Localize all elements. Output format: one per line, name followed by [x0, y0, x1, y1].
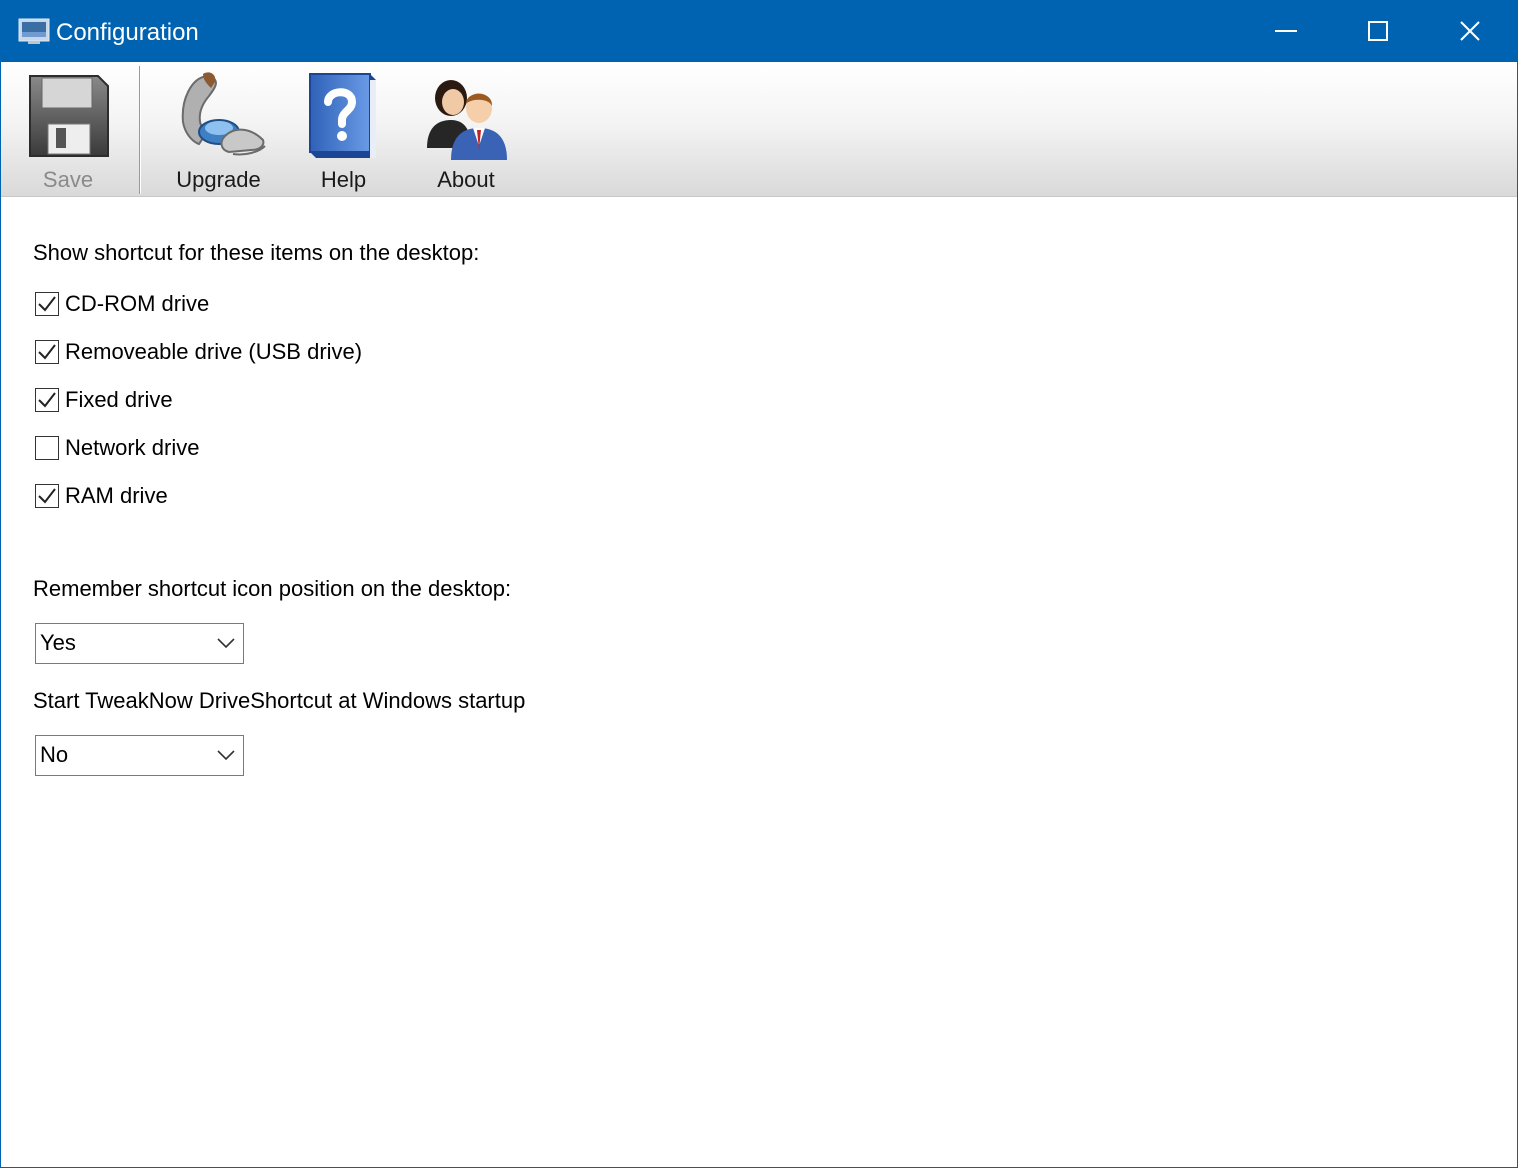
close-button[interactable] [1424, 1, 1516, 62]
toolbar: Save Upgrade Help About [1, 62, 1517, 197]
help-book-icon [309, 73, 376, 158]
startup-select[interactable]: No [35, 735, 244, 776]
close-icon [1460, 21, 1480, 41]
maximize-icon [1368, 21, 1388, 41]
window-title: Configuration [56, 19, 199, 46]
select-value: No [40, 742, 69, 767]
checkbox-label: Removeable drive (USB drive) [65, 339, 363, 364]
settings-panel: Show shortcut for these items on the des… [1, 197, 1517, 1167]
checkbox-box[interactable] [35, 292, 59, 316]
select-value: Yes [40, 630, 76, 655]
startup-label: Start TweakNow DriveShortcut at Windows … [33, 688, 526, 713]
checkmark-icon [38, 488, 56, 504]
checkbox-label: Network drive [65, 435, 200, 460]
checkbox-box[interactable] [35, 340, 59, 364]
configuration-window: Configuration Save Upgrade Help About Sh… [0, 0, 1518, 1168]
toolbar-separator [139, 66, 140, 194]
checkmark-icon [38, 296, 56, 312]
checkbox-box[interactable] [35, 484, 59, 508]
remember-position-label: Remember shortcut icon position on the d… [33, 576, 512, 601]
floppy-disk-icon [29, 75, 109, 157]
about-button[interactable]: About [411, 62, 521, 196]
shortcuts-heading: Show shortcut for these items on the des… [33, 240, 480, 265]
app-monitor-icon [18, 18, 50, 44]
checkbox-label: RAM drive [65, 483, 168, 508]
checkbox-label: CD-ROM drive [65, 291, 210, 316]
chevron-down-icon [217, 750, 235, 761]
save-label: Save [42, 167, 94, 192]
upgrade-label: Upgrade [176, 167, 261, 192]
upgrade-hands-icon [181, 72, 266, 156]
checkbox-box[interactable] [35, 436, 59, 460]
help-button[interactable]: Help [296, 62, 391, 196]
people-icon [427, 80, 507, 160]
upgrade-button[interactable]: Upgrade [161, 62, 276, 196]
about-label: About [437, 167, 495, 192]
minimize-icon [1275, 30, 1297, 32]
checkbox-label: Fixed drive [65, 387, 173, 412]
minimize-button[interactable] [1240, 1, 1332, 62]
remember-position-select[interactable]: Yes [35, 623, 244, 664]
chevron-down-icon [217, 638, 235, 649]
checkmark-icon [38, 344, 56, 360]
maximize-button[interactable] [1332, 1, 1424, 62]
checkbox-box[interactable] [35, 388, 59, 412]
help-label: Help [320, 167, 367, 192]
title-bar[interactable]: Configuration [1, 1, 1517, 62]
save-button[interactable]: Save [11, 62, 125, 196]
checkmark-icon [38, 392, 56, 408]
